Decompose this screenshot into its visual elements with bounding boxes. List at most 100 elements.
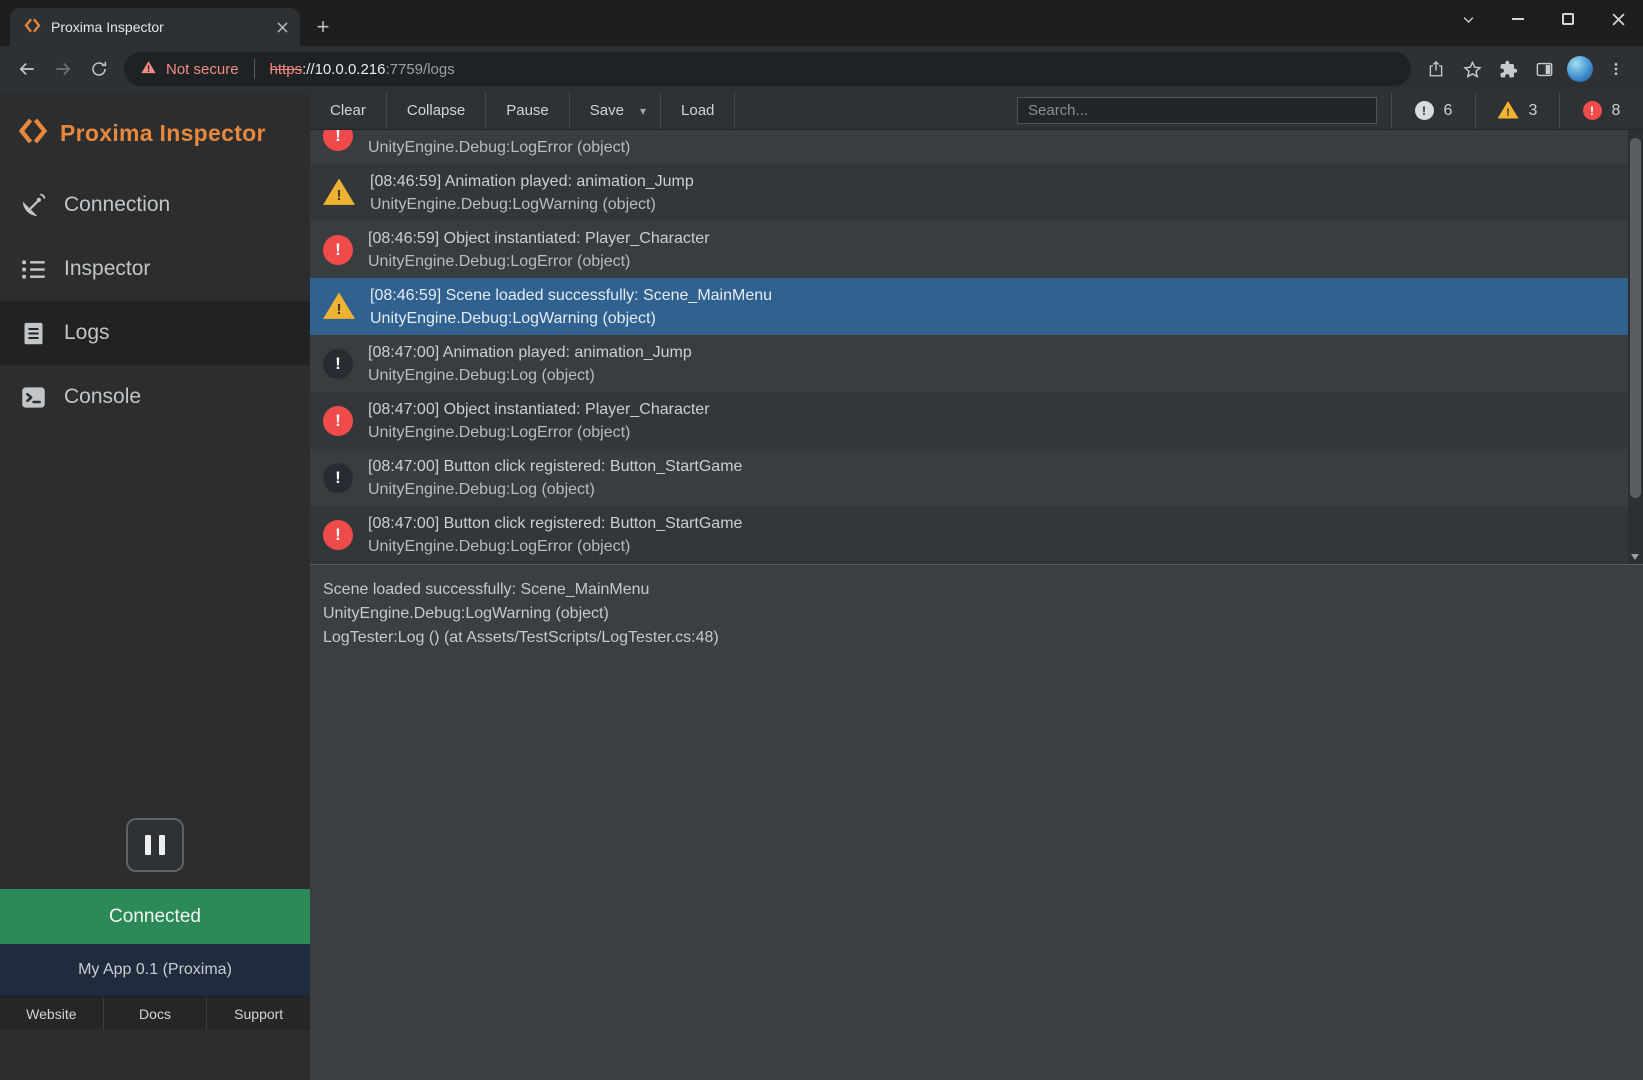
- app-title: Proxima Inspector: [60, 120, 266, 147]
- scrollbar-thumb[interactable]: [1630, 138, 1641, 498]
- log-row[interactable]: ! [08:46:59] Animation played: animation…: [310, 164, 1628, 221]
- back-icon[interactable]: [10, 52, 44, 86]
- sidebar-item-label: Inspector: [64, 257, 150, 281]
- info-icon: !: [1415, 101, 1434, 120]
- tab-title: Proxima Inspector: [51, 19, 262, 35]
- error-count-filter[interactable]: ! 8: [1559, 92, 1643, 129]
- info-count: 6: [1444, 102, 1453, 120]
- forward-icon[interactable]: [46, 52, 80, 86]
- connection-status-badge: Connected: [0, 889, 310, 944]
- info-count-filter[interactable]: ! 6: [1391, 92, 1475, 129]
- log-message: [08:47:00] Animation played: animation_J…: [368, 341, 692, 364]
- browser-toolbar: Not secure https://10.0.0.216:7759/logs: [0, 46, 1643, 92]
- pause-icon: [145, 835, 151, 855]
- log-source: UnityEngine.Debug:LogWarning (object): [370, 307, 772, 330]
- logs-toolbar: Clear Collapse Pause Save ▾ Load ! 6 ! 3…: [310, 92, 1643, 130]
- terminal-icon: [20, 384, 47, 411]
- tab-close-icon[interactable]: [272, 17, 292, 37]
- error-icon: !: [323, 235, 353, 265]
- sidebar-item-connection[interactable]: Connection: [0, 173, 310, 237]
- website-link[interactable]: Website: [0, 997, 104, 1030]
- warning-count-filter[interactable]: ! 3: [1475, 92, 1559, 129]
- side-panel-icon[interactable]: [1527, 52, 1561, 86]
- browser-tab[interactable]: Proxima Inspector: [10, 8, 300, 46]
- log-row[interactable]: ! [08:47:00] Object instantiated: Player…: [310, 392, 1628, 449]
- url-text: https://10.0.0.216:7759/logs: [270, 61, 455, 78]
- info-icon: !: [323, 463, 353, 493]
- close-window-button[interactable]: [1593, 0, 1643, 38]
- warning-icon: !: [1498, 101, 1519, 120]
- warning-icon: !: [323, 179, 355, 207]
- error-icon: !: [323, 520, 353, 550]
- error-count: 8: [1612, 102, 1621, 120]
- chevron-down-icon[interactable]: [1443, 0, 1493, 38]
- log-message: [08:47:00] Button click registered: Butt…: [368, 512, 742, 535]
- log-list: ! UnityEngine.Debug:LogError (object) ! …: [310, 130, 1643, 564]
- info-icon: !: [323, 349, 353, 379]
- log-source: UnityEngine.Debug:Log (object): [368, 364, 692, 387]
- log-row[interactable]: ! [08:46:59] Scene loaded successfully: …: [310, 278, 1628, 335]
- collapse-button[interactable]: Collapse: [387, 92, 486, 129]
- sidebar-item-label: Console: [64, 385, 141, 409]
- log-message: [08:47:00] Button click registered: Butt…: [368, 455, 742, 478]
- error-icon: !: [1583, 101, 1602, 120]
- sidebar-item-logs[interactable]: Logs: [0, 301, 310, 365]
- security-label[interactable]: Not secure: [166, 61, 239, 78]
- app-logo[interactable]: Proxima Inspector: [0, 92, 310, 173]
- sidebar-item-inspector[interactable]: Inspector: [0, 237, 310, 301]
- log-source: UnityEngine.Debug:Log (object): [368, 478, 742, 501]
- logs-page: Clear Collapse Pause Save ▾ Load ! 6 ! 3…: [310, 92, 1643, 1080]
- sidebar-item-label: Connection: [64, 193, 170, 217]
- log-row[interactable]: ! [08:46:59] Object instantiated: Player…: [310, 221, 1628, 278]
- docs-link[interactable]: Docs: [104, 997, 208, 1030]
- document-icon: [20, 320, 47, 347]
- url-scheme: https: [270, 61, 303, 78]
- pause-logs-button[interactable]: Pause: [486, 92, 570, 129]
- not-secure-warning-icon: [140, 59, 157, 80]
- share-icon[interactable]: [1419, 52, 1453, 86]
- scrollbar[interactable]: [1628, 130, 1643, 564]
- pause-connection-button[interactable]: [126, 818, 184, 872]
- log-detail-panel: Scene loaded successfully: Scene_MainMen…: [310, 564, 1643, 1080]
- log-row[interactable]: ! [08:47:00] Animation played: animation…: [310, 335, 1628, 392]
- minimize-button[interactable]: [1493, 0, 1543, 38]
- extensions-puzzle-icon[interactable]: [1491, 52, 1525, 86]
- log-source: UnityEngine.Debug:LogWarning (object): [370, 193, 694, 216]
- sidebar-item-console[interactable]: Console: [0, 365, 310, 429]
- sidebar-nav: Connection Inspector Logs: [0, 173, 310, 429]
- log-message: [08:47:00] Object instantiated: Player_C…: [368, 398, 710, 421]
- log-search-input[interactable]: [1017, 97, 1377, 124]
- app-root: Proxima Inspector Connection Inspector: [0, 92, 1643, 1080]
- log-row[interactable]: ! UnityEngine.Debug:LogError (object): [310, 130, 1628, 164]
- warning-icon: !: [323, 293, 355, 321]
- save-dropdown-icon[interactable]: ▾: [634, 92, 661, 129]
- divider: [254, 59, 255, 79]
- profile-avatar[interactable]: [1563, 52, 1597, 86]
- load-button[interactable]: Load: [661, 92, 735, 129]
- connected-app-label: My App 0.1 (Proxima): [0, 944, 310, 996]
- reload-icon[interactable]: [82, 52, 116, 86]
- url-host: ://10.0.0.216: [302, 61, 385, 78]
- maximize-button[interactable]: [1543, 0, 1593, 38]
- satellite-dish-icon: [20, 192, 47, 219]
- new-tab-button[interactable]: +: [308, 12, 338, 42]
- warning-count: 3: [1529, 102, 1538, 120]
- log-message: [08:46:59] Object instantiated: Player_C…: [368, 227, 710, 250]
- browser-menu-icon[interactable]: [1599, 52, 1633, 86]
- sidebar-item-label: Logs: [64, 321, 110, 345]
- detail-line: UnityEngine.Debug:LogWarning (object): [323, 602, 1623, 626]
- log-source: UnityEngine.Debug:LogError (object): [368, 250, 710, 273]
- url-path: :7759/logs: [385, 61, 454, 78]
- log-row[interactable]: ! [08:47:00] Button click registered: Bu…: [310, 506, 1628, 563]
- save-button[interactable]: Save: [570, 92, 634, 129]
- log-row[interactable]: ! [08:47:00] Button click registered: Bu…: [310, 449, 1628, 506]
- support-link[interactable]: Support: [207, 997, 310, 1030]
- detail-line: LogTester:Log () (at Assets/TestScripts/…: [323, 626, 1623, 650]
- proxima-favicon-icon: [24, 17, 41, 37]
- log-source: UnityEngine.Debug:LogError (object): [368, 421, 710, 444]
- clear-button[interactable]: Clear: [310, 92, 387, 129]
- bookmark-star-icon[interactable]: [1455, 52, 1489, 86]
- address-bar[interactable]: Not secure https://10.0.0.216:7759/logs: [124, 52, 1411, 86]
- tab-strip: Proxima Inspector +: [0, 0, 1643, 46]
- scroll-down-arrow-icon[interactable]: [1631, 554, 1639, 560]
